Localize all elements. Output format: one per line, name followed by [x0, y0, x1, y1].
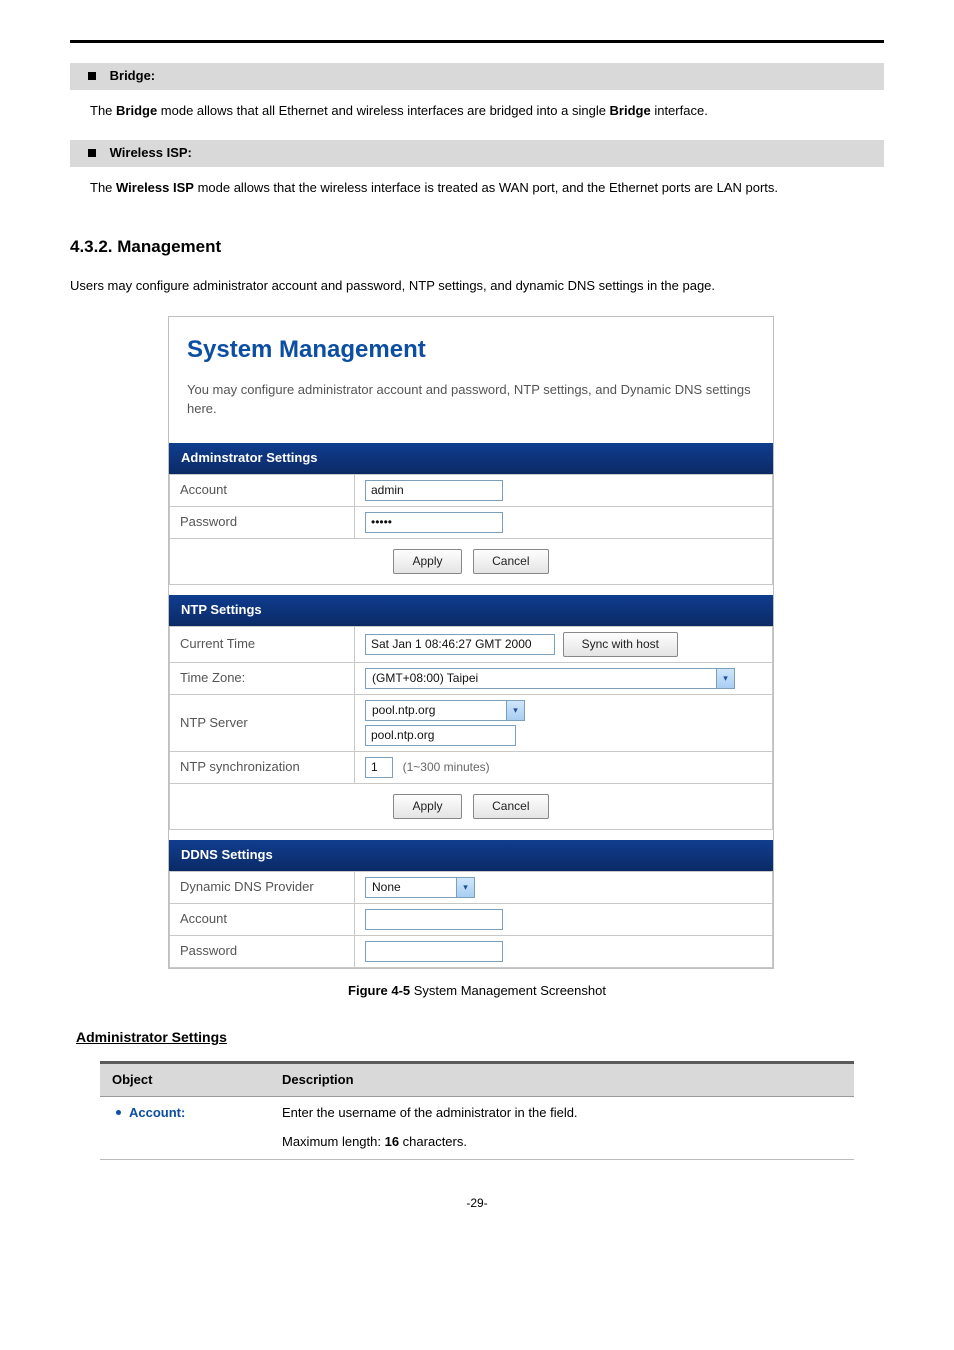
account-input[interactable]: admin: [365, 480, 503, 501]
page-number: -29-: [70, 1194, 884, 1213]
ddns-account-label: Account: [170, 904, 355, 936]
apply-button[interactable]: Apply: [393, 794, 461, 819]
ntp-server-select-value: pool.ntp.org: [366, 701, 506, 720]
ntp-server-input[interactable]: pool.ntp.org: [365, 725, 516, 746]
ddns-account-input[interactable]: [365, 909, 503, 930]
ddns-settings-table: Dynamic DNS Provider None ▾ Account Pass…: [169, 871, 773, 968]
wisp-section-bar: Wireless ISP:: [70, 140, 884, 167]
bullet-icon: [88, 149, 96, 157]
chevron-down-icon: ▾: [456, 878, 474, 897]
system-management-screenshot: System Management You may configure admi…: [168, 316, 774, 969]
chevron-down-icon: ▾: [506, 701, 524, 720]
row-account-object: Account:: [100, 1097, 270, 1160]
admin-settings-header: Adminstrator Settings: [169, 443, 773, 474]
text: Maximum length:: [282, 1134, 385, 1149]
text-bold: Bridge: [610, 103, 651, 118]
ddns-provider-label: Dynamic DNS Provider: [170, 872, 355, 904]
caption-bold: Figure 4-5: [348, 983, 410, 998]
top-rule: [70, 40, 884, 43]
ntp-server-label: NTP Server: [170, 695, 355, 752]
page-description: You may configure administrator account …: [169, 374, 773, 433]
heading-management: 4.3.2. Management: [70, 233, 884, 260]
col-description: Description: [270, 1062, 854, 1097]
desc-line: Maximum length: 16 characters.: [282, 1132, 842, 1153]
bridge-paragraph: The Bridge mode allows that all Ethernet…: [90, 98, 884, 124]
text: interface.: [651, 103, 708, 118]
timezone-select[interactable]: (GMT+08:00) Taipei ▾: [365, 668, 735, 689]
object-text: Account:: [129, 1105, 185, 1120]
description-table: Object Description Account: Enter the us…: [100, 1061, 854, 1160]
timezone-value: (GMT+08:00) Taipei: [366, 669, 716, 688]
bridge-label: Bridge:: [110, 68, 156, 83]
col-object: Object: [100, 1062, 270, 1097]
text: characters.: [399, 1134, 467, 1149]
admin-settings-table: Account admin Password •••••: [169, 474, 773, 539]
cancel-button[interactable]: Cancel: [473, 794, 548, 819]
text-bold: Bridge: [116, 103, 157, 118]
text: mode allows that the wireless interface …: [194, 180, 778, 195]
admin-buttons: Apply Cancel: [169, 539, 773, 585]
row-account-desc: Enter the username of the administrator …: [270, 1097, 854, 1160]
password-label: Password: [170, 506, 355, 538]
ntp-buttons: Apply Cancel: [169, 784, 773, 830]
sync-host-button[interactable]: Sync with host: [563, 632, 678, 657]
account-label: Account: [170, 474, 355, 506]
intro-paragraph: Users may configure administrator accoun…: [70, 274, 884, 299]
ntp-settings-header: NTP Settings: [169, 595, 773, 626]
bullet-icon: [88, 72, 96, 80]
ntp-server-select[interactable]: pool.ntp.org ▾: [365, 700, 525, 721]
ddns-settings-header: DDNS Settings: [169, 840, 773, 871]
apply-button[interactable]: Apply: [393, 549, 461, 574]
ntp-sync-hint: (1~300 minutes): [403, 760, 490, 774]
ddns-provider-select[interactable]: None ▾: [365, 877, 475, 898]
ddns-provider-value: None: [366, 878, 456, 897]
wisp-paragraph: The Wireless ISP mode allows that the wi…: [90, 175, 884, 201]
figure-caption: Figure 4-5 System Management Screenshot: [70, 981, 884, 1002]
desc-line: Enter the username of the administrator …: [282, 1103, 842, 1124]
page-title: System Management: [169, 331, 773, 373]
text: mode allows that all Ethernet and wirele…: [157, 103, 609, 118]
timezone-label: Time Zone:: [170, 662, 355, 694]
password-input[interactable]: •••••: [365, 512, 503, 533]
text: The: [90, 103, 116, 118]
ntp-sync-label: NTP synchronization: [170, 752, 355, 784]
bullet-icon: [116, 1110, 121, 1115]
chevron-down-icon: ▾: [716, 669, 734, 688]
ddns-password-input[interactable]: [365, 941, 503, 962]
current-time-input[interactable]: Sat Jan 1 08:46:27 GMT 2000: [365, 634, 555, 655]
text-bold: Wireless ISP: [116, 180, 194, 195]
wisp-label: Wireless ISP:: [110, 145, 192, 160]
current-time-label: Current Time: [170, 626, 355, 662]
ntp-sync-input[interactable]: 1: [365, 757, 393, 778]
ddns-password-label: Password: [170, 936, 355, 968]
cancel-button[interactable]: Cancel: [473, 549, 548, 574]
bridge-section-bar: Bridge:: [70, 63, 884, 90]
text: The: [90, 180, 116, 195]
ntp-settings-table: Current Time Sat Jan 1 08:46:27 GMT 2000…: [169, 626, 773, 784]
text-bold: 16: [385, 1134, 399, 1149]
caption-text: System Management Screenshot: [410, 983, 606, 998]
admin-settings-subhead: Administrator Settings: [76, 1026, 884, 1048]
